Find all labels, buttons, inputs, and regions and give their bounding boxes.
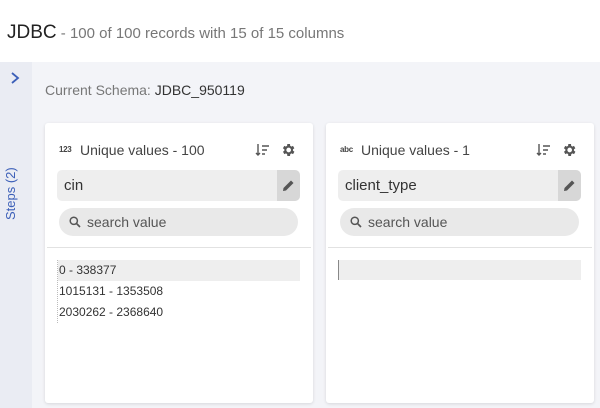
column-card-cin: 123 Unique values - 100 cin search value…	[45, 123, 313, 403]
values-list: 0 - 338377 1015131 - 1353508 2030262 - 2…	[57, 260, 300, 323]
gear-icon[interactable]	[280, 142, 296, 158]
card-header: abc Unique values - 1	[340, 142, 582, 160]
schema-value: JDBC_950119	[154, 82, 245, 98]
value-bin[interactable]: 0 - 338377	[58, 260, 300, 281]
search-value-input[interactable]	[87, 212, 287, 232]
edit-column-name-button[interactable]	[558, 170, 581, 201]
chevron-right-icon[interactable]	[8, 71, 22, 85]
gear-icon[interactable]	[561, 142, 577, 158]
page-subtitle: - 100 of 100 records with 15 of 15 colum…	[56, 25, 345, 42]
column-name-field[interactable]: client_type	[338, 170, 581, 201]
divider	[47, 247, 311, 248]
steps-label[interactable]: Steps (2)	[3, 150, 18, 220]
search-value-box[interactable]	[340, 208, 579, 236]
search-icon	[350, 216, 362, 228]
current-schema: Current Schema: JDBC_950119	[45, 82, 245, 98]
string-type-icon: abc	[340, 145, 353, 154]
value-bin[interactable]: 2030262 - 2368640	[58, 302, 300, 323]
values-list	[338, 260, 581, 280]
search-value-input[interactable]	[368, 212, 568, 232]
column-name-field[interactable]: cin	[57, 170, 300, 201]
pencil-icon	[564, 180, 575, 191]
pencil-icon	[283, 180, 294, 191]
sort-icon[interactable]	[536, 143, 551, 157]
search-value-box[interactable]	[59, 208, 298, 236]
page-title: JDBC	[7, 22, 57, 43]
divider	[328, 247, 592, 248]
value-bin[interactable]: 1015131 - 1353508	[58, 281, 300, 302]
unique-values-label: Unique values - 1	[361, 142, 470, 158]
schema-label: Current Schema:	[45, 82, 155, 98]
unique-values-label: Unique values - 100	[80, 142, 205, 158]
card-header: 123 Unique values - 100	[59, 142, 301, 160]
numeric-type-icon: 123	[59, 145, 72, 154]
search-icon	[69, 216, 81, 228]
main-area: Current Schema: JDBC_950119 123 Unique v…	[32, 62, 600, 408]
column-name-text: cin	[64, 177, 84, 194]
column-name-text: client_type	[345, 177, 417, 194]
steps-sidebar[interactable]: Steps (2)	[0, 62, 32, 408]
page-header: JDBC - 100 of 100 records with 15 of 15 …	[0, 0, 600, 62]
sort-icon[interactable]	[255, 143, 270, 157]
value-bin[interactable]	[338, 260, 581, 280]
column-card-client-type: abc Unique values - 1 client_type	[326, 123, 594, 403]
edit-column-name-button[interactable]	[277, 170, 300, 201]
